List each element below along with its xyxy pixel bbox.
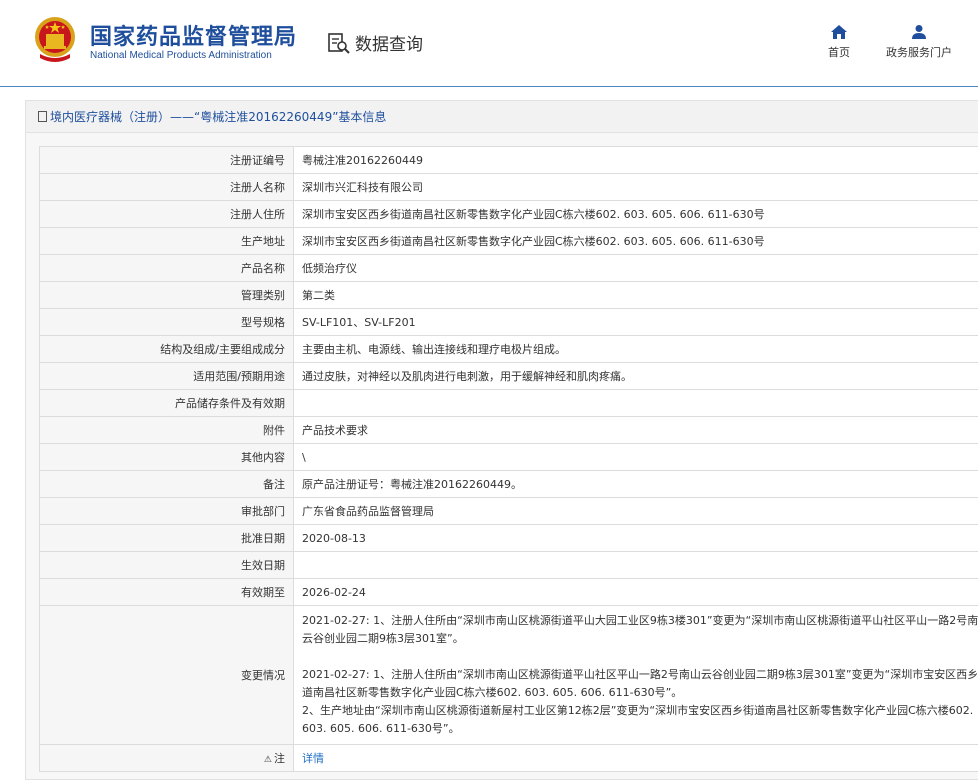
field-label: 产品储存条件及有效期: [40, 390, 294, 417]
table-row-changes: 变更情况2021-02-27: 1、注册人住所由“深圳市南山区桃源街道平山大园工…: [40, 606, 978, 745]
table-row: 生产地址深圳市宝安区西乡街道南昌社区新零售数字化产业园C栋六楼602. 603.…: [40, 228, 978, 255]
field-label: 产品名称: [40, 255, 294, 282]
note-value: 详情: [294, 745, 978, 772]
table-row: 注册人名称深圳市兴汇科技有限公司: [40, 174, 978, 201]
nav-home[interactable]: 首页: [826, 24, 852, 60]
table-row: 适用范围/预期用途通过皮肤，对神经以及肌肉进行电刺激，用于缓解神经和肌肉疼痛。: [40, 363, 978, 390]
table-row: 注册证编号粤械注准20162260449: [40, 147, 978, 174]
table-row: 审批部门广东省食品药品监督管理局: [40, 498, 978, 525]
document-search-icon: [327, 31, 351, 55]
field-label: 生效日期: [40, 552, 294, 579]
nav-home-label: 首页: [828, 46, 850, 59]
details-link[interactable]: 详情: [302, 752, 324, 765]
table-row: 产品储存条件及有效期: [40, 390, 978, 417]
field-label: 注册人名称: [40, 174, 294, 201]
warning-icon: ⚠: [264, 755, 272, 765]
panel-title-text: 境内医疗器械（注册）——“粤械注准20162260449”基本信息: [50, 110, 386, 124]
nav-service-portal[interactable]: 政务服务门户: [883, 24, 955, 60]
field-label: 注册人住所: [40, 201, 294, 228]
field-value: [294, 552, 978, 579]
table-row: 附件产品技术要求: [40, 417, 978, 444]
field-label: 审批部门: [40, 498, 294, 525]
table-row: 型号规格SV-LF101、SV-LF201: [40, 309, 978, 336]
brand-title-en[interactable]: National Medical Products Administration: [90, 50, 272, 61]
data-query-label: 数据查询: [355, 30, 423, 55]
field-value: 产品技术要求: [294, 417, 978, 444]
field-value: \: [294, 444, 978, 471]
field-value: 2020-08-13: [294, 525, 978, 552]
change-history: 2021-02-27: 1、注册人住所由“深圳市南山区桃源街道平山大园工业区9栋…: [294, 606, 978, 745]
field-value: 深圳市宝安区西乡街道南昌社区新零售数字化产业园C栋六楼602. 603. 605…: [294, 228, 978, 255]
field-label: 结构及组成/主要组成成分: [40, 336, 294, 363]
brand-title-cn[interactable]: 国家药品监督管理局: [90, 19, 297, 51]
table-row: 生效日期: [40, 552, 978, 579]
field-value: 通过皮肤，对神经以及肌肉进行电刺激，用于缓解神经和肌肉疼痛。: [294, 363, 978, 390]
info-table: 注册证编号粤械注准20162260449注册人名称深圳市兴汇科技有限公司注册人住…: [39, 146, 978, 772]
field-value: 粤械注准20162260449: [294, 147, 978, 174]
field-label: 附件: [40, 417, 294, 444]
document-icon: [38, 111, 47, 122]
field-value: 2026-02-24: [294, 579, 978, 606]
field-label: 管理类别: [40, 282, 294, 309]
field-value: 深圳市宝安区西乡街道南昌社区新零售数字化产业园C栋六楼602. 603. 605…: [294, 201, 978, 228]
table-row: 备注原产品注册证号：粤械注准20162260449。: [40, 471, 978, 498]
national-emblem-icon: [34, 16, 76, 62]
table-row: 产品名称低频治疗仪: [40, 255, 978, 282]
data-query-heading[interactable]: 数据查询: [327, 30, 423, 55]
field-value: SV-LF101、SV-LF201: [294, 309, 978, 336]
site-header: 国家药品监督管理局 National Medical Products Admi…: [0, 0, 978, 87]
field-value: [294, 390, 978, 417]
home-icon: [830, 24, 848, 40]
field-label: 批准日期: [40, 525, 294, 552]
detail-panel: 境内医疗器械（注册）——“粤械注准20162260449”基本信息 注册证编号粤…: [25, 100, 978, 780]
table-row: 批准日期2020-08-13: [40, 525, 978, 552]
note-label: 注: [274, 752, 285, 765]
user-icon: [910, 24, 928, 40]
field-value: 深圳市兴汇科技有限公司: [294, 174, 978, 201]
field-label: 有效期至: [40, 579, 294, 606]
field-label: ⚠注: [40, 745, 294, 772]
field-label: 备注: [40, 471, 294, 498]
table-row: 管理类别第二类: [40, 282, 978, 309]
nav-service-portal-label: 政务服务门户: [886, 46, 952, 59]
table-row: 有效期至2026-02-24: [40, 579, 978, 606]
field-label: 适用范围/预期用途: [40, 363, 294, 390]
change-entry: 2021-02-27: 1、注册人住所由“深圳市南山区桃源街道平山社区平山一路2…: [302, 666, 978, 738]
table-row: 其他内容\: [40, 444, 978, 471]
field-value: 低频治疗仪: [294, 255, 978, 282]
field-value: 广东省食品药品监督管理局: [294, 498, 978, 525]
field-label: 变更情况: [40, 606, 294, 745]
panel-title: 境内医疗器械（注册）——“粤械注准20162260449”基本信息: [26, 101, 978, 133]
field-label: 注册证编号: [40, 147, 294, 174]
field-label: 生产地址: [40, 228, 294, 255]
table-row: 注册人住所深圳市宝安区西乡街道南昌社区新零售数字化产业园C栋六楼602. 603…: [40, 201, 978, 228]
field-label: 其他内容: [40, 444, 294, 471]
change-entry: 2021-02-27: 1、注册人住所由“深圳市南山区桃源街道平山大园工业区9栋…: [302, 612, 978, 648]
table-row-note: ⚠注详情: [40, 745, 978, 772]
table-row: 结构及组成/主要组成成分主要由主机、电源线、输出连接线和理疗电极片组成。: [40, 336, 978, 363]
field-value: 主要由主机、电源线、输出连接线和理疗电极片组成。: [294, 336, 978, 363]
field-label: 型号规格: [40, 309, 294, 336]
field-value: 第二类: [294, 282, 978, 309]
field-value: 原产品注册证号：粤械注准20162260449。: [294, 471, 978, 498]
